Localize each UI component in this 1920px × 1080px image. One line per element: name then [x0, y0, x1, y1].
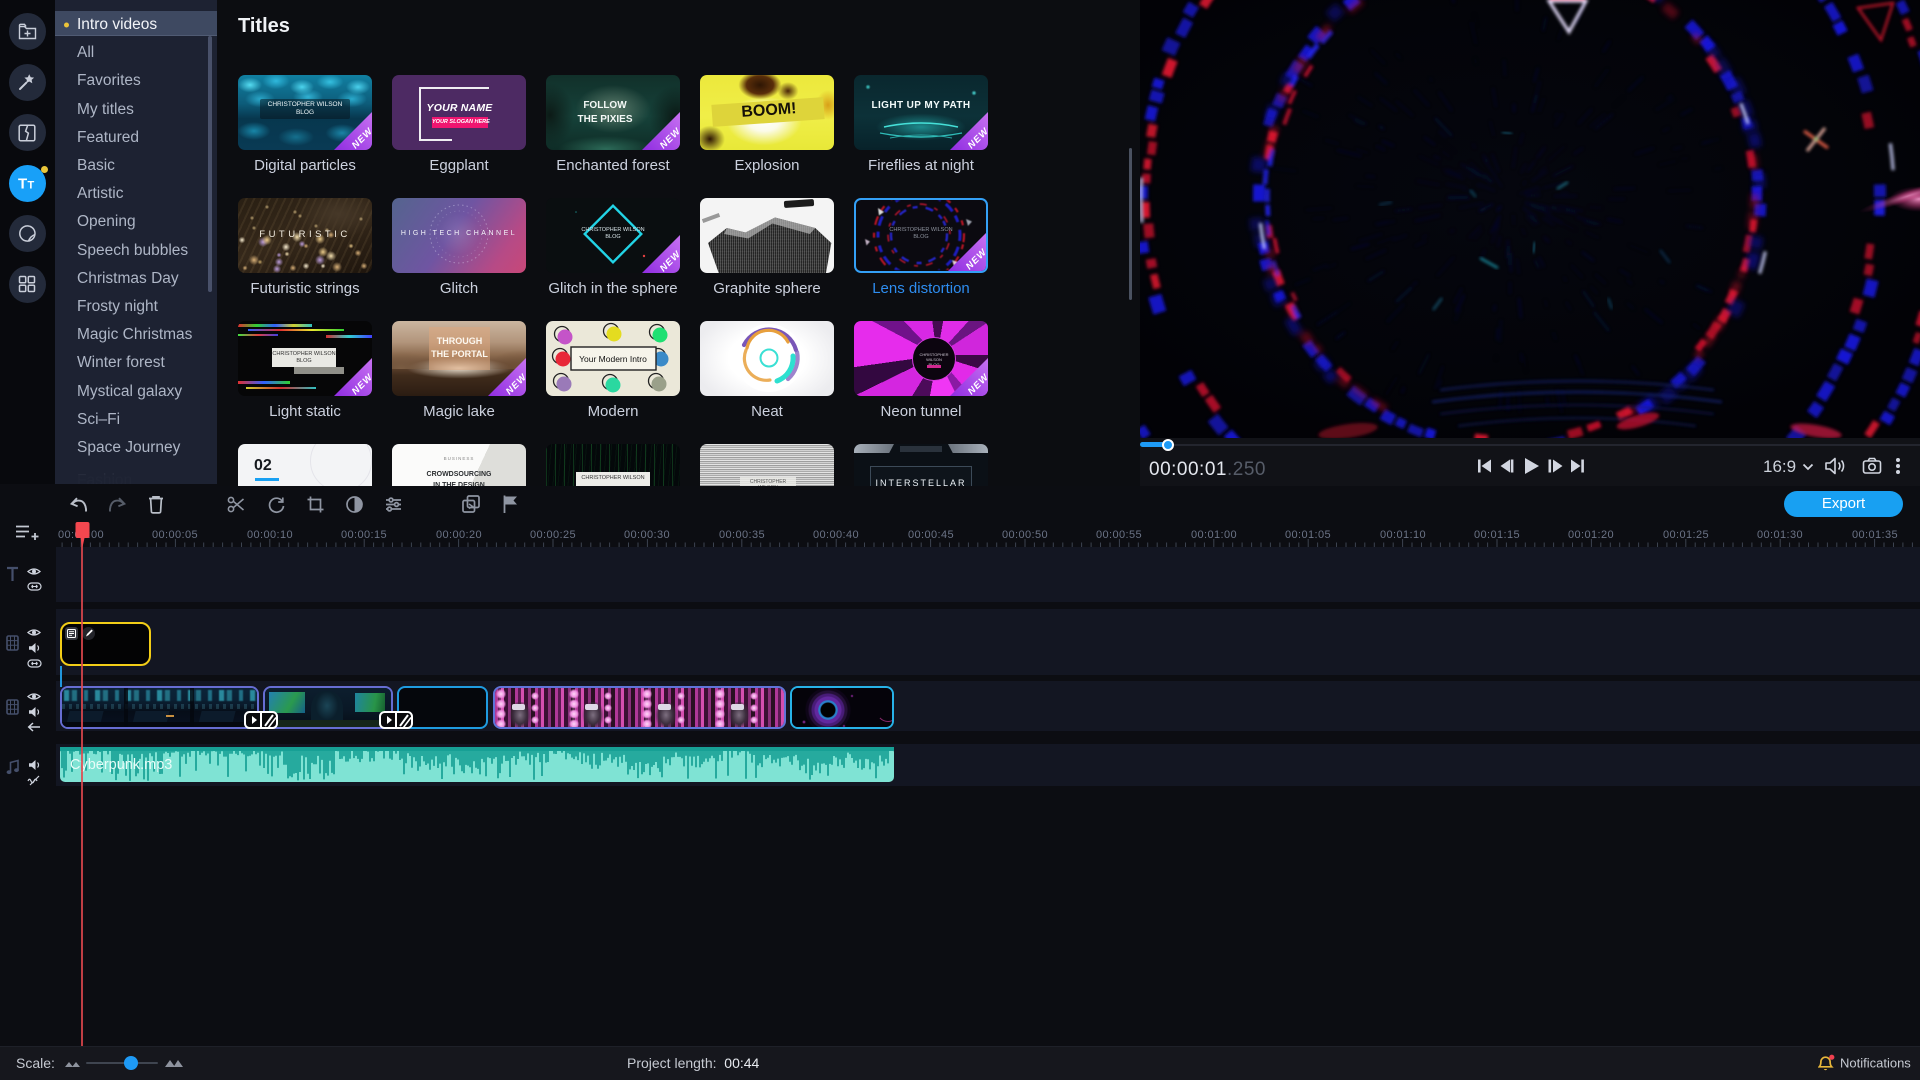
svg-text:T: T	[18, 176, 27, 193]
svg-text:Your Modern Intro: Your Modern Intro	[579, 354, 647, 364]
svg-text:Cyberpunk.mp3: Cyberpunk.mp3	[70, 757, 172, 773]
svg-text:T: T	[28, 180, 35, 192]
